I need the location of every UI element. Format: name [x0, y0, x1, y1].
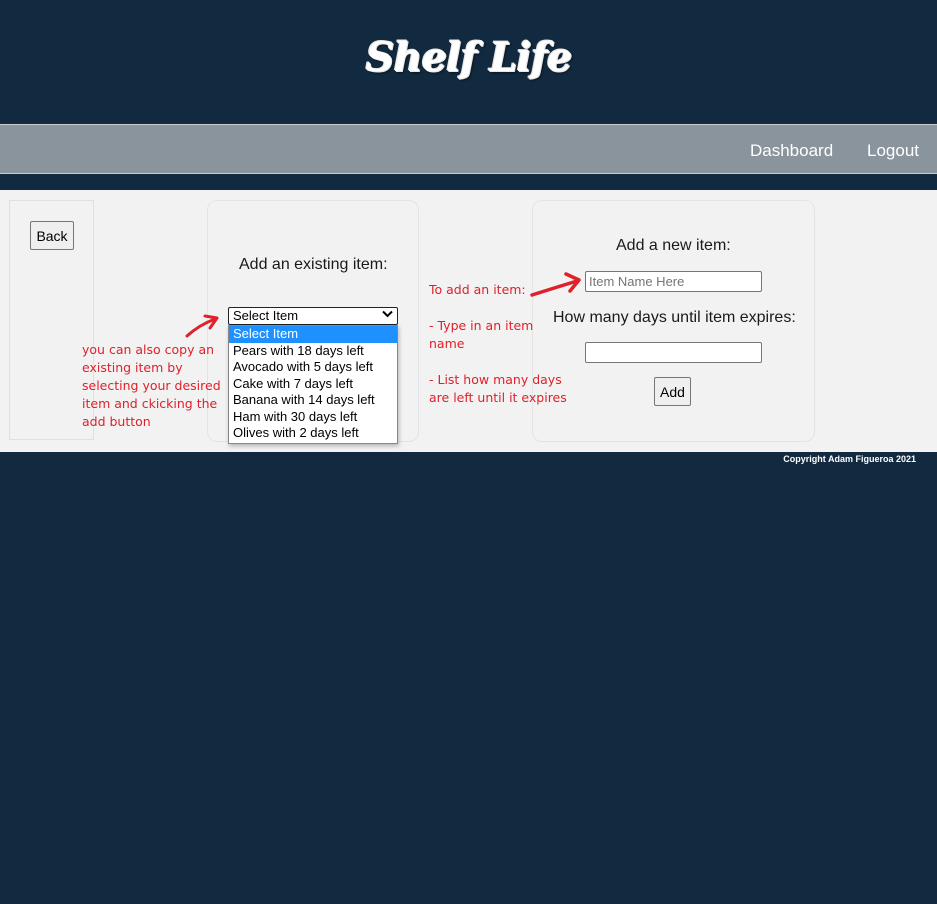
select-current-value: Select Item [233, 308, 299, 323]
existing-item-dropdown: Select Item Pears with 18 days left Avoc… [228, 325, 398, 444]
arrow-to-name-input-icon [530, 272, 581, 297]
back-button[interactable]: Back [30, 221, 74, 250]
add-annotation: To add an item: - Type in an item name -… [429, 281, 567, 407]
chevron-down-icon [382, 308, 393, 324]
existing-item-heading: Add an existing item: [239, 256, 388, 273]
new-item-heading: Add a new item: [616, 237, 731, 254]
dropdown-option[interactable]: Banana with 14 days left [229, 392, 397, 409]
annotation-line: selecting your desired [82, 378, 221, 393]
annotation-line: add button [82, 414, 151, 429]
add-button[interactable]: Add [654, 377, 691, 406]
dropdown-option[interactable]: Select Item [229, 326, 397, 343]
nav-bar: Dashboard Logout [0, 124, 937, 174]
arrow-to-select-icon [185, 314, 219, 338]
annotation-spacer [429, 353, 567, 371]
days-input[interactable] [585, 342, 762, 363]
annotation-line: name [429, 336, 465, 351]
annotation-line: you can also copy an [82, 342, 215, 357]
annotation-line: existing item by [82, 360, 183, 375]
copyright-text: Copyright Adam Figueroa 2021 [783, 454, 916, 464]
dropdown-option[interactable]: Avocado with 5 days left [229, 359, 397, 376]
dropdown-option[interactable]: Cake with 7 days left [229, 376, 397, 393]
dropdown-option[interactable]: Pears with 18 days left [229, 343, 397, 360]
annotation-line: - List how many days [429, 372, 562, 387]
days-label: How many days until item expires: [553, 309, 796, 326]
nav-logout-link[interactable]: Logout [867, 141, 919, 161]
nav-dashboard-link[interactable]: Dashboard [750, 141, 833, 161]
annotation-line: - Type in an item [429, 318, 534, 333]
annotation-line: are left until it expires [429, 390, 567, 405]
dropdown-option[interactable]: Olives with 2 days left [229, 425, 397, 442]
existing-item-select[interactable]: Select Item [228, 307, 398, 325]
annotation-spacer [429, 299, 567, 317]
logo: Shelf Life [365, 34, 573, 81]
dropdown-option[interactable]: Ham with 30 days left [229, 409, 397, 426]
item-name-input[interactable] [585, 271, 762, 292]
annotation-line: item and ckicking the [82, 396, 218, 411]
header: Shelf Life [0, 0, 937, 124]
copy-annotation: you can also copy an existing item by se… [82, 341, 221, 431]
